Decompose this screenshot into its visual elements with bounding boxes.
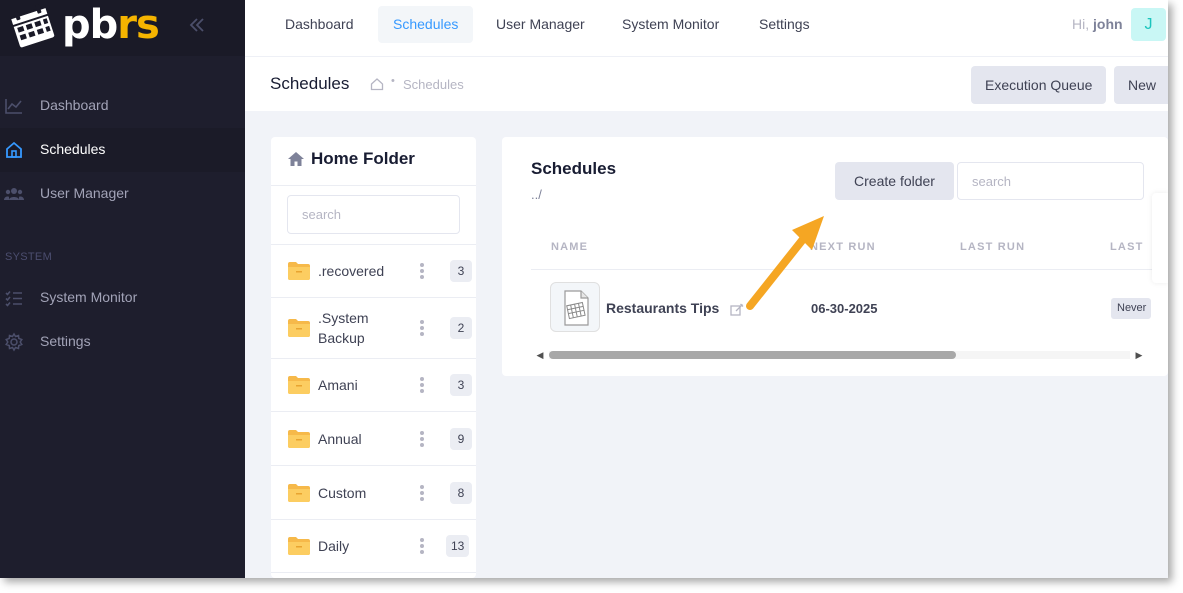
sidebar: pbrs Dashboard Schedules User Manager SY… bbox=[0, 0, 245, 578]
scroll-left-icon[interactable]: ◀ bbox=[535, 348, 545, 362]
status-badge: Never bbox=[1111, 298, 1151, 319]
folder-name: Amani bbox=[318, 377, 358, 393]
schedule-name-link[interactable]: Restaurants Tips bbox=[606, 300, 719, 316]
folder-panel-title: Home Folder bbox=[311, 149, 415, 168]
tab-system-monitor[interactable]: System Monitor bbox=[607, 6, 734, 43]
folder-icon bbox=[287, 536, 311, 556]
users-icon bbox=[4, 184, 24, 204]
folder-name-continued: Backup bbox=[318, 330, 365, 346]
page-title: Schedules bbox=[270, 74, 350, 93]
folder-count-badge: 2 bbox=[450, 317, 472, 339]
current-path[interactable]: ../ bbox=[531, 187, 542, 202]
sidebar-item-label: User Manager bbox=[40, 185, 129, 201]
folder-item-annual[interactable]: Annual 9 bbox=[271, 411, 476, 465]
home-breadcrumb-icon[interactable] bbox=[370, 77, 384, 91]
schedule-calendar-icon bbox=[550, 282, 600, 332]
folder-item-daily[interactable]: Daily 13 bbox=[271, 519, 476, 573]
sidebar-item-label: System Monitor bbox=[40, 289, 138, 305]
folder-panel-header: Home Folder bbox=[271, 137, 476, 186]
sidebar-item-settings[interactable]: Settings bbox=[0, 320, 245, 364]
column-header-name[interactable]: NAME bbox=[551, 241, 588, 253]
folder-name: Annual bbox=[318, 431, 362, 447]
folder-item-recovered[interactable]: .recovered 3 bbox=[271, 244, 476, 297]
side-toolbar[interactable] bbox=[1152, 193, 1168, 283]
folder-search-input[interactable] bbox=[287, 195, 460, 234]
folder-item-amani[interactable]: Amani 3 bbox=[271, 358, 476, 411]
schedules-panel-title: Schedules bbox=[531, 159, 617, 178]
brand-logo-text: pbrs bbox=[62, 2, 160, 48]
column-header-last-run[interactable]: LAST RUN bbox=[960, 241, 1025, 253]
sidebar-item-label: Settings bbox=[40, 333, 91, 349]
folder-panel: Home Folder .recovered 3 .System Backup … bbox=[271, 137, 476, 578]
scrollbar-thumb[interactable] bbox=[549, 351, 956, 359]
app-window: pbrs Dashboard Schedules User Manager SY… bbox=[0, 0, 1168, 578]
calendar-logo-icon[interactable] bbox=[8, 4, 58, 50]
folder-name: Daily bbox=[318, 538, 350, 554]
table-divider bbox=[531, 269, 1168, 270]
folder-count-badge: 3 bbox=[450, 260, 472, 282]
folder-icon bbox=[287, 429, 311, 449]
horizontal-scrollbar[interactable]: ◀ ▶ bbox=[535, 348, 1144, 362]
home-icon bbox=[287, 150, 305, 168]
folder-count-badge: 8 bbox=[450, 482, 472, 504]
sidebar-item-schedules[interactable]: Schedules bbox=[0, 128, 245, 172]
folder-icon bbox=[287, 375, 311, 395]
folder-icon bbox=[287, 483, 311, 503]
brand-bar: pbrs bbox=[0, 0, 245, 56]
username: john bbox=[1093, 16, 1123, 32]
sidebar-item-user-manager[interactable]: User Manager bbox=[0, 172, 245, 216]
tab-schedules[interactable]: Schedules bbox=[378, 6, 474, 43]
schedule-search-input[interactable] bbox=[957, 162, 1144, 200]
collapse-sidebar-icon[interactable] bbox=[186, 14, 208, 36]
tab-dashboard[interactable]: Dashboard bbox=[270, 6, 369, 43]
folder-icon bbox=[287, 261, 311, 281]
sidebar-section-label: SYSTEM bbox=[5, 251, 53, 263]
tab-settings[interactable]: Settings bbox=[744, 6, 825, 43]
chart-line-icon bbox=[4, 96, 24, 116]
more-vertical-icon[interactable] bbox=[419, 319, 425, 337]
folder-count-badge: 3 bbox=[450, 374, 472, 396]
folder-item-custom[interactable]: Custom 8 bbox=[271, 465, 476, 519]
new-button[interactable]: New bbox=[1114, 66, 1168, 104]
folder-name: Custom bbox=[318, 485, 367, 501]
breadcrumb[interactable]: Schedules bbox=[403, 77, 464, 92]
folder-count-badge: 9 bbox=[450, 428, 472, 450]
folder-count-badge: 13 bbox=[446, 535, 470, 557]
scroll-right-icon[interactable]: ▶ bbox=[1134, 348, 1144, 362]
create-folder-button[interactable]: Create folder bbox=[835, 162, 954, 200]
home-icon bbox=[4, 140, 24, 160]
breadcrumb-separator: • bbox=[391, 75, 395, 87]
more-vertical-icon[interactable] bbox=[419, 484, 425, 502]
top-navigation: Dashboard Schedules User Manager System … bbox=[245, 0, 1168, 57]
subheader: Schedules • Schedules Execution Queue Ne… bbox=[245, 57, 1168, 111]
more-vertical-icon[interactable] bbox=[419, 262, 425, 280]
more-vertical-icon[interactable] bbox=[419, 430, 425, 448]
user-greeting: Hi, john bbox=[1072, 16, 1123, 32]
callout-arrow-icon bbox=[746, 216, 824, 310]
folder-icon bbox=[287, 318, 311, 338]
folder-name: .System bbox=[318, 310, 369, 326]
gear-icon bbox=[4, 332, 24, 352]
execution-queue-button[interactable]: Execution Queue bbox=[971, 66, 1107, 104]
folder-item-system-backup[interactable]: .System Backup 2 bbox=[271, 297, 476, 358]
more-vertical-icon[interactable] bbox=[419, 537, 425, 555]
sidebar-item-label: Schedules bbox=[40, 141, 106, 157]
sidebar-item-system-monitor[interactable]: System Monitor bbox=[0, 276, 245, 320]
folder-name: .recovered bbox=[318, 263, 385, 279]
list-check-icon bbox=[4, 288, 24, 308]
sidebar-item-label: Dashboard bbox=[40, 97, 109, 113]
tab-user-manager[interactable]: User Manager bbox=[481, 6, 600, 43]
column-header-last[interactable]: LAST bbox=[1110, 241, 1144, 253]
sidebar-item-dashboard[interactable]: Dashboard bbox=[0, 84, 245, 128]
more-vertical-icon[interactable] bbox=[419, 376, 425, 394]
avatar[interactable]: J bbox=[1131, 8, 1166, 41]
